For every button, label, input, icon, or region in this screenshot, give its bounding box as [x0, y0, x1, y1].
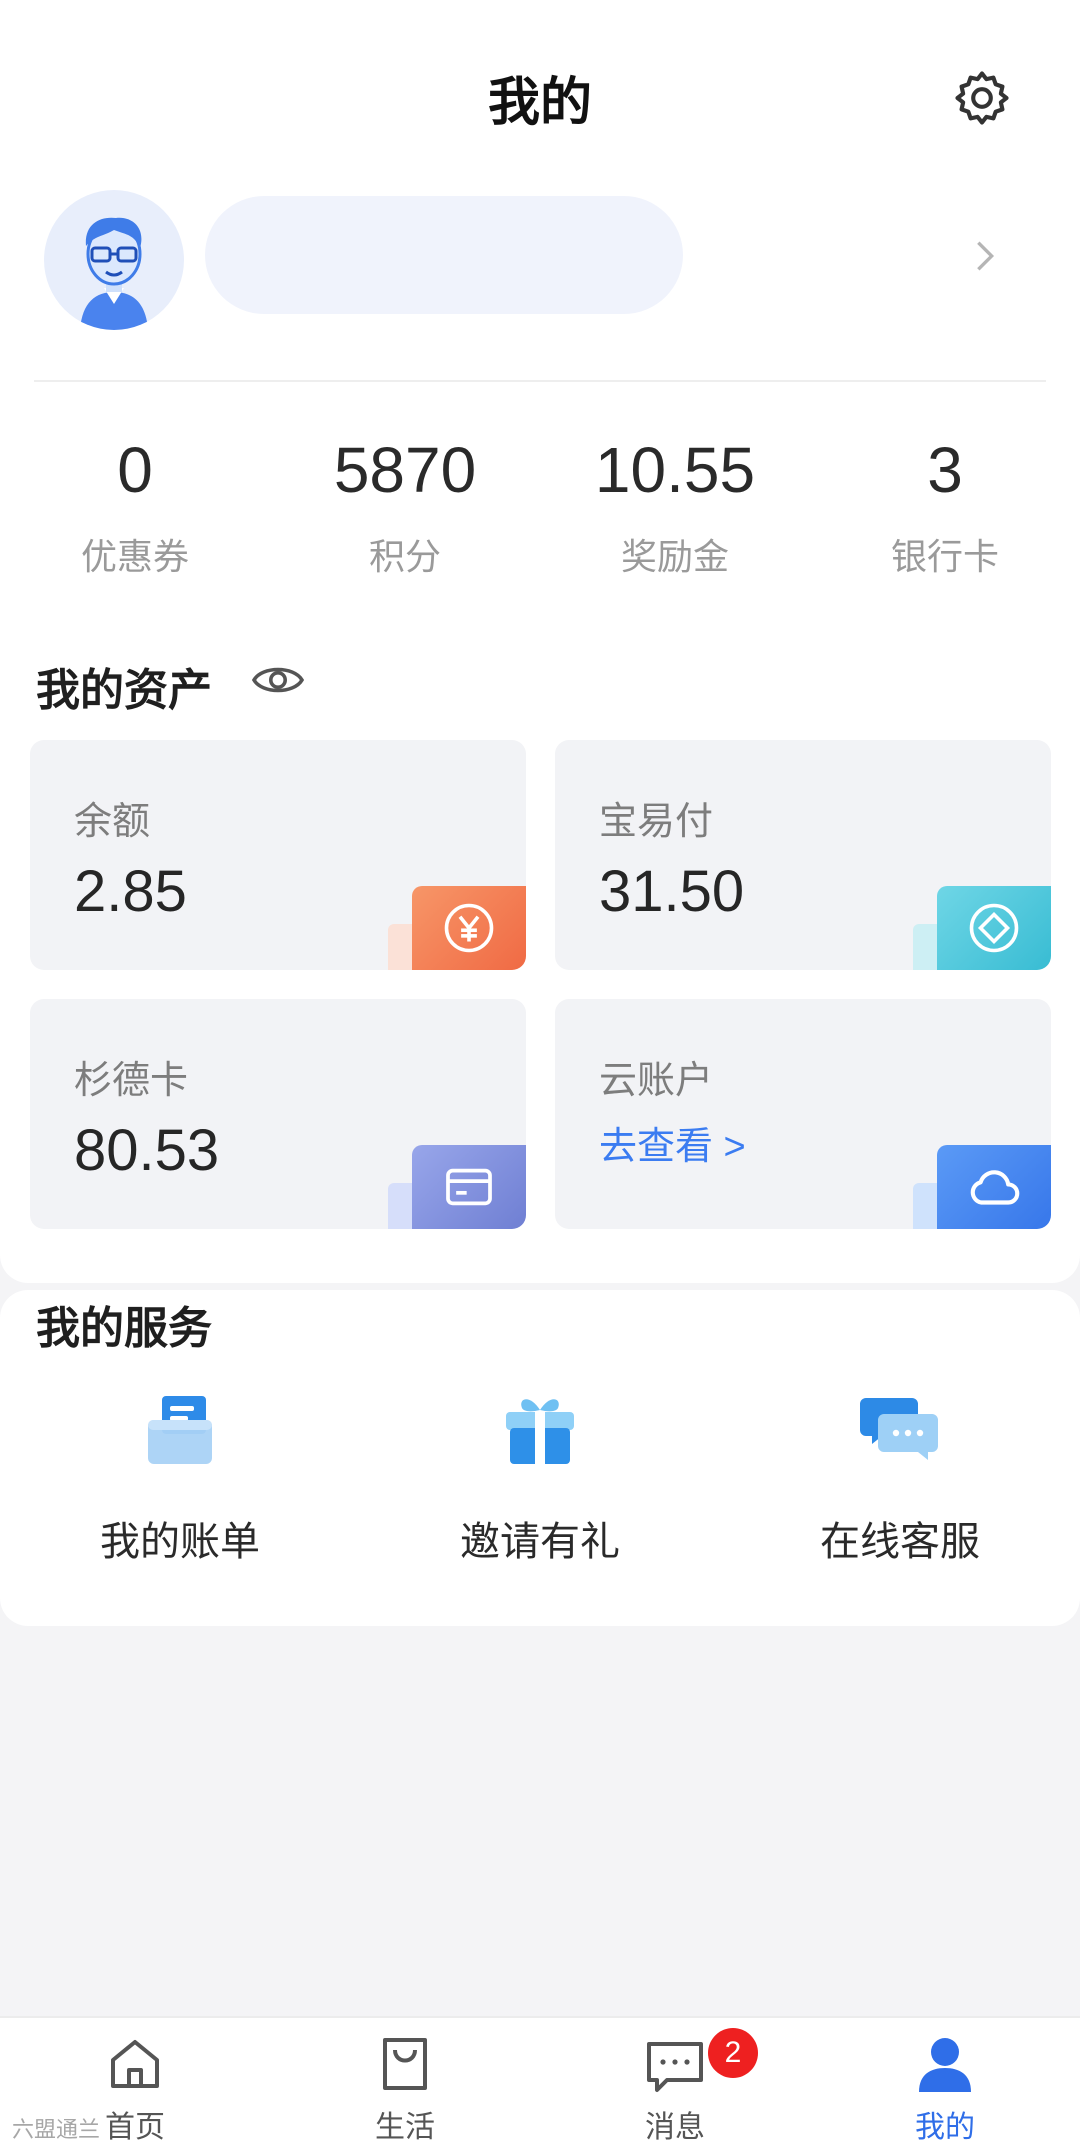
- asset-card-cloud-account[interactable]: 云账户 去查看 >: [555, 999, 1051, 1229]
- unread-badge: 2: [708, 2028, 758, 2078]
- stat-value: 10.55: [594, 434, 756, 506]
- stat-label: 优惠券: [80, 536, 189, 577]
- asset-label: 云账户: [599, 1060, 714, 1102]
- divider: [34, 380, 1046, 382]
- tab-mine[interactable]: 我的: [810, 2018, 1080, 2148]
- tab-label: 我的: [915, 2111, 975, 2144]
- service-label: 在线客服: [820, 1520, 980, 1564]
- stat-coupons[interactable]: 0 优惠券: [0, 430, 270, 590]
- gift-icon: [506, 1399, 574, 1464]
- stat-bonus[interactable]: 10.55 奖励金: [540, 430, 810, 590]
- yen-coin-icon: [412, 886, 526, 970]
- message-icon: [647, 2042, 703, 2092]
- stat-label: 积分: [368, 536, 441, 577]
- service-customer-support[interactable]: 在线客服: [750, 1390, 1050, 1570]
- user-avatar-icon[interactable]: [44, 190, 184, 330]
- stats-row: 0 优惠券 5870 积分 10.55 奖励金 3 银行卡: [0, 430, 1080, 590]
- asset-card-baoyifu[interactable]: 宝易付 31.50: [555, 740, 1051, 970]
- tab-label: 生活: [375, 2111, 435, 2144]
- user-icon: [919, 2038, 971, 2092]
- asset-value: 2.85: [74, 859, 187, 924]
- service-label: 邀请有礼: [460, 1520, 620, 1564]
- stat-label: 奖励金: [620, 536, 729, 577]
- tab-life[interactable]: 生活: [270, 2018, 540, 2148]
- service-my-bills[interactable]: 我的账单: [30, 1390, 330, 1570]
- gear-icon: [955, 71, 1009, 125]
- stat-bank-cards[interactable]: 3 银行卡: [810, 430, 1080, 590]
- profile-row[interactable]: [40, 186, 1040, 336]
- tab-messages[interactable]: 消息: [540, 2018, 810, 2148]
- watermark: 六盟通兰: [12, 2117, 101, 2142]
- asset-value: 80.53: [74, 1118, 220, 1183]
- stat-label: 银行卡: [890, 536, 999, 577]
- chevron-right-icon[interactable]: [965, 236, 1005, 276]
- service-label: 我的账单: [100, 1520, 260, 1564]
- settings-button[interactable]: [946, 62, 1018, 134]
- diamond-icon: [937, 886, 1051, 970]
- stat-value: 0: [117, 434, 153, 506]
- stat-value: 3: [927, 434, 963, 506]
- page-title: 我的: [487, 74, 592, 132]
- asset-value: 31.50: [599, 859, 745, 924]
- asset-label: 杉德卡: [74, 1060, 189, 1102]
- stat-value: 5870: [333, 434, 477, 506]
- service-invite[interactable]: 邀请有礼: [390, 1390, 690, 1570]
- home-icon: [111, 2040, 159, 2088]
- cloud-icon: [937, 1145, 1051, 1229]
- bill-icon: [148, 1396, 212, 1464]
- bottom-tab-bar: 首页 生活 消息 我的: [0, 2016, 1080, 2148]
- asset-card-sandcard[interactable]: 杉德卡 80.53: [30, 999, 526, 1229]
- asset-card-balance[interactable]: 余额 2.85: [30, 740, 526, 970]
- tab-label: 消息: [645, 2111, 705, 2144]
- view-link[interactable]: 去查看 >: [599, 1115, 746, 1170]
- username-placeholder: [205, 196, 683, 314]
- services-title: 我的服务: [36, 1304, 212, 1353]
- stat-points[interactable]: 5870 积分: [270, 430, 540, 590]
- eye-icon[interactable]: [250, 660, 306, 700]
- shopping-bag-icon: [383, 2038, 427, 2090]
- chat-bubbles-icon: [860, 1398, 938, 1460]
- asset-label: 宝易付: [599, 801, 714, 843]
- asset-label: 余额: [74, 801, 151, 843]
- assets-title: 我的资产: [36, 666, 212, 715]
- card-icon: [412, 1145, 526, 1229]
